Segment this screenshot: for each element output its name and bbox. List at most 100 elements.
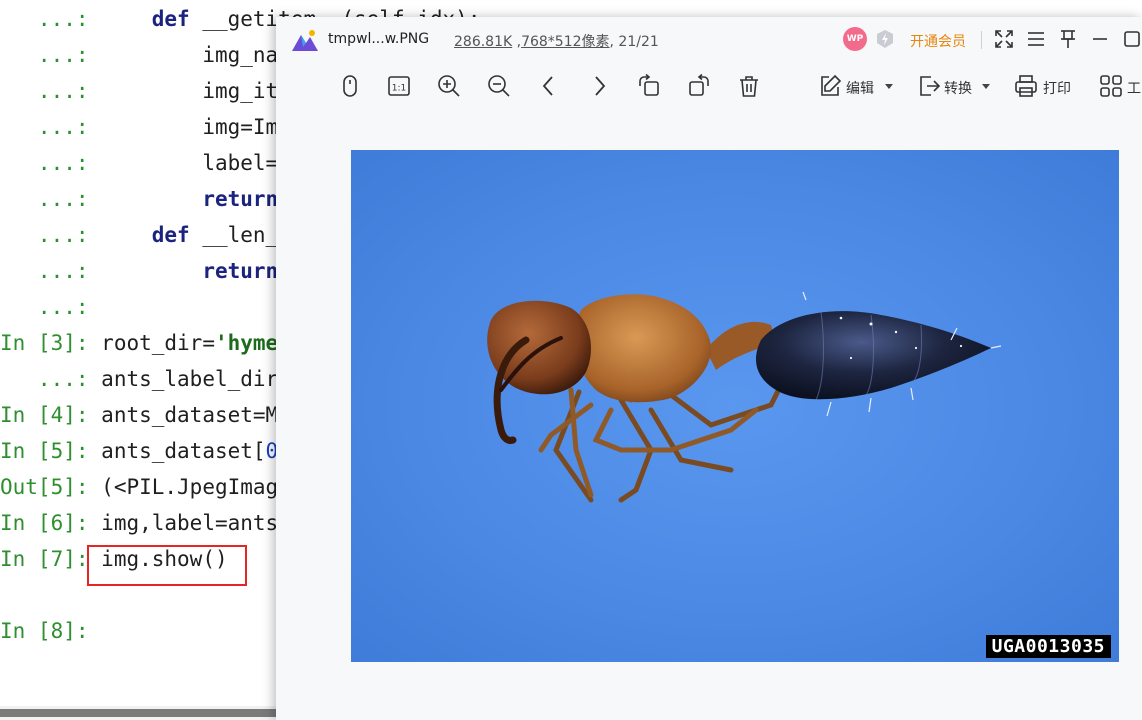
console-line: ...: ants_label_dir [0,361,278,397]
console-prompt: ...: [0,79,89,103]
code-string: 'hyme [214,331,279,355]
console-prompt: ...: [0,115,89,139]
tools-menu[interactable]: 工 [1127,78,1141,98]
code-text: img,label=ants [101,511,279,535]
console-prompt: Out[5]: [0,475,89,499]
code-text: __len_ [189,223,279,247]
code-keyword: def [151,223,190,247]
previous-image-icon[interactable] [536,73,562,99]
mouse-mode-icon[interactable] [337,73,363,99]
console-line: ...: return [0,181,278,217]
console-line: ...: return [0,253,278,289]
minimize-icon[interactable] [1089,28,1111,50]
console-line: In [8]: [0,613,89,649]
console-prompt: ...: [0,187,89,211]
console-line: In [4]: ants_dataset=M [0,397,278,433]
chevron-down-icon[interactable] [982,84,990,89]
fullscreen-icon[interactable] [993,28,1015,50]
console-prompt: In [3]: [0,331,89,355]
console-line: In [3]: root_dir='hyme [0,325,278,361]
edit-icon[interactable] [817,73,843,99]
console-prompt: ...: [0,259,89,283]
app-logo-icon [292,30,318,51]
printer-icon[interactable] [1013,73,1039,99]
console-prompt: ...: [0,151,89,175]
console-prompt: ...: [0,367,89,391]
pin-icon[interactable] [1057,28,1079,50]
next-image-icon[interactable] [586,73,612,99]
tools-grid-icon[interactable] [1098,73,1124,99]
console-prompt: ...: [0,43,89,67]
console-prompt: In [7]: [0,547,89,571]
maximize-icon[interactable] [1121,28,1142,50]
code-text: ants_dataset=M [101,403,279,427]
code-text: img_it [202,79,279,103]
code-text: img_na [202,43,279,67]
code-text: ants_dataset[ [101,439,266,463]
actual-size-icon[interactable]: 1:1 [386,73,412,99]
delete-icon[interactable] [736,73,762,99]
console-line: ...: label= [0,145,278,181]
title-bar[interactable]: tmpwl...w.PNG 286.81K ,768*512像素, 21/21 … [276,17,1142,63]
console-prompt: In [4]: [0,403,89,427]
svg-text:1:1: 1:1 [392,84,406,94]
displayed-image[interactable]: UGA0013035 [351,150,1119,662]
console-line: ...: [0,289,89,325]
rotate-right-icon[interactable] [686,73,712,99]
convert-menu[interactable]: 转换 [944,78,972,98]
edit-menu[interactable]: 编辑 [846,78,874,98]
console-line: In [5]: ants_dataset[0 [0,433,278,469]
file-name: tmpwl...w.PNG [328,31,430,47]
console-line: ...: img_it [0,73,278,109]
menu-icon[interactable] [1025,28,1047,50]
user-avatar[interactable]: WP [843,27,867,51]
file-info: 286.81K ,768*512像素, 21/21 [454,34,659,50]
file-size[interactable]: 286.81K [454,34,512,50]
console-line: ...: img_na [0,37,278,73]
open-membership-link[interactable]: 开通会员 [910,31,966,51]
code-text: (<PIL.JpegImag [101,475,279,499]
chevron-down-icon[interactable] [885,84,893,89]
print-button[interactable]: 打印 [1043,78,1071,98]
console-line: In [6]: img,label=ants [0,505,278,541]
divider [981,31,982,49]
zoom-out-icon[interactable] [486,73,512,99]
zoom-in-icon[interactable] [436,73,462,99]
page-counter: , 21/21 [609,34,659,50]
code-keyword: return [202,259,279,283]
image-viewer-window[interactable]: tmpwl...w.PNG 286.81K ,768*512像素, 21/21 … [276,17,1142,720]
code-keyword: return [202,187,279,211]
ant-photo [487,291,1002,503]
convert-icon[interactable] [916,73,942,99]
viewer-toolbar: 1:1 编辑 转换 打印 工 [276,67,1142,107]
console-prompt: In [8]: [0,619,89,643]
console-prompt: In [5]: [0,439,89,463]
scrollbar-thumb[interactable] [0,709,278,717]
code-text: root_dir= [101,331,215,355]
image-watermark: UGA0013035 [985,635,1111,658]
code-text: ants_label_dir [101,367,279,391]
rotate-left-icon[interactable] [636,73,662,99]
console-prompt: ...: [0,295,89,319]
code-keyword: def [151,7,190,31]
code-text: img=Im [202,115,279,139]
file-dimensions[interactable]: 768*512像素 [521,34,609,50]
console-line: ...: img=Im [0,109,278,145]
console-line: Out[5]: (<PIL.JpegImag [0,469,278,505]
highlight-box [87,545,247,586]
vip-badge-icon[interactable] [875,29,895,49]
console-prompt: ...: [0,7,89,31]
